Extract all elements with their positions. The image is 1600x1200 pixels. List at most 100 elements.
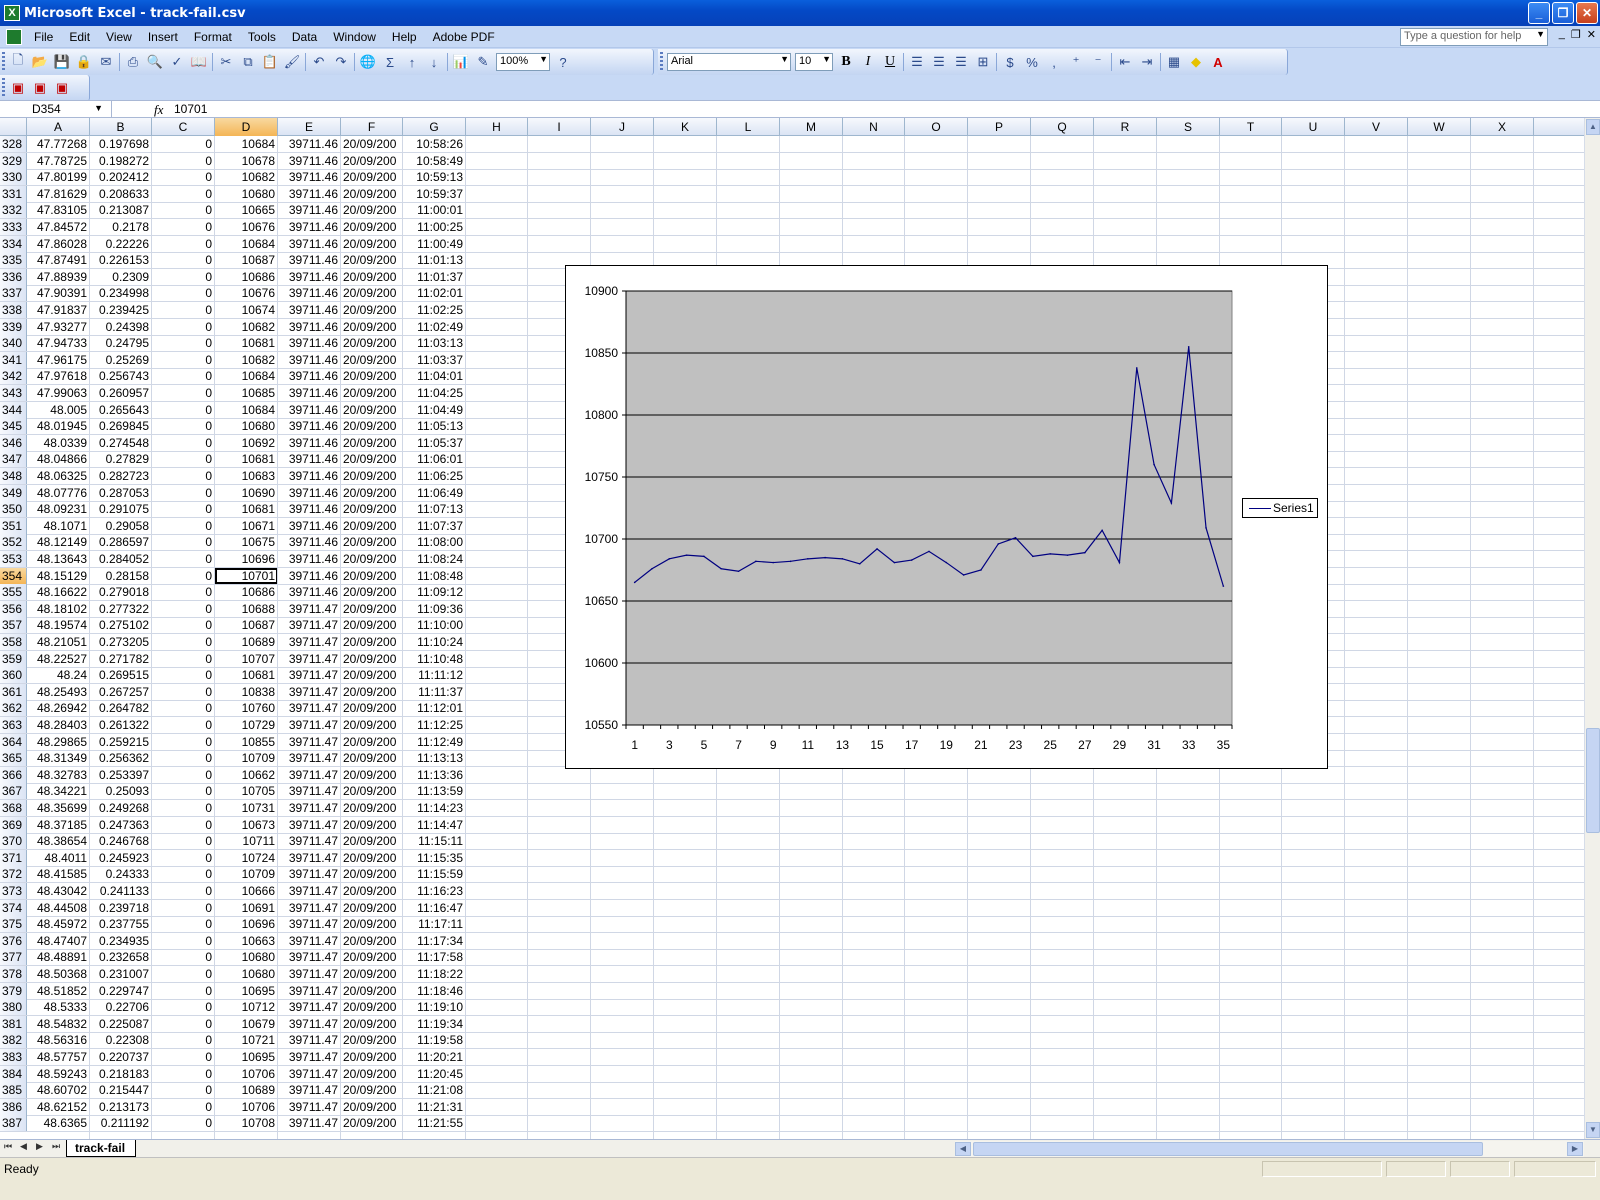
cell-a[interactable]: 48.60702 (27, 1082, 90, 1099)
cell-a[interactable]: 48.47407 (27, 932, 90, 949)
row-header[interactable]: 350 (0, 501, 27, 518)
cell-c[interactable]: 0 (152, 385, 215, 401)
cell-c[interactable]: 0 (152, 717, 215, 733)
cell-f[interactable]: 20/09/200 (341, 434, 403, 451)
row-header[interactable]: 345 (0, 418, 27, 435)
cell-g[interactable]: 11:01:13 (403, 252, 466, 269)
cell-a[interactable]: 48.0339 (27, 434, 90, 451)
cell-d[interactable]: 10684 (215, 401, 278, 418)
cell-d[interactable]: 10673 (215, 816, 278, 833)
cell-e[interactable]: 39711.47 (278, 617, 341, 634)
cell-a[interactable]: 47.99063 (27, 385, 90, 401)
toolbar-grip[interactable] (660, 52, 663, 72)
cell-b[interactable]: 0.282723 (90, 468, 152, 484)
row-header[interactable]: 334 (0, 235, 27, 252)
cell-f[interactable]: 20/09/200 (341, 136, 403, 152)
row-header[interactable]: 332 (0, 202, 27, 219)
cell-g[interactable]: 11:21:08 (403, 1082, 466, 1099)
cell-e[interactable]: 39711.47 (278, 833, 341, 850)
cell-b[interactable]: 0.27829 (90, 451, 152, 468)
cell-g[interactable]: 11:18:22 (403, 966, 466, 982)
menu-edit[interactable]: Edit (61, 30, 98, 44)
menu-view[interactable]: View (98, 30, 140, 44)
cell-g[interactable]: 10:58:26 (403, 136, 466, 152)
cell-f[interactable]: 20/09/200 (341, 899, 403, 916)
row-header[interactable]: 379 (0, 982, 27, 999)
sort-descending-icon[interactable]: ↓ (423, 51, 445, 73)
cell-a[interactable]: 48.07776 (27, 484, 90, 501)
cell-c[interactable]: 0 (152, 302, 215, 318)
cell-e[interactable]: 39711.47 (278, 816, 341, 833)
cell-g[interactable]: 11:16:23 (403, 883, 466, 899)
cell-e[interactable]: 39711.47 (278, 1032, 341, 1049)
cell-g[interactable]: 11:08:24 (403, 551, 466, 567)
cell-e[interactable]: 39711.46 (278, 368, 341, 385)
row-header[interactable]: 376 (0, 932, 27, 949)
cell-a[interactable]: 47.90391 (27, 285, 90, 302)
cell-c[interactable]: 0 (152, 683, 215, 700)
cell-c[interactable]: 0 (152, 285, 215, 302)
cell-f[interactable]: 20/09/200 (341, 600, 403, 617)
cell-f[interactable]: 20/09/200 (341, 152, 403, 169)
menu-tools[interactable]: Tools (240, 30, 284, 44)
cell-b[interactable]: 0.241133 (90, 883, 152, 899)
cell-a[interactable]: 48.37185 (27, 816, 90, 833)
cell-b[interactable]: 0.246768 (90, 833, 152, 850)
name-box[interactable]: D354 ▼ (0, 101, 112, 118)
cell-b[interactable]: 0.226153 (90, 252, 152, 269)
cell-a[interactable]: 48.35699 (27, 800, 90, 816)
borders-icon[interactable]: ▦ (1163, 51, 1185, 73)
currency-icon[interactable]: $ (999, 51, 1021, 73)
cell-g[interactable]: 11:12:49 (403, 733, 466, 750)
cell-d[interactable]: 10707 (215, 650, 278, 667)
cell-d[interactable]: 10706 (215, 1065, 278, 1082)
cell-b[interactable]: 0.286597 (90, 534, 152, 551)
cell-d[interactable]: 10706 (215, 1098, 278, 1115)
row-header[interactable]: 347 (0, 451, 27, 468)
cell-b[interactable]: 0.275102 (90, 617, 152, 634)
cell-b[interactable]: 0.198272 (90, 152, 152, 169)
chevron-down-icon[interactable]: ▼ (1536, 29, 1545, 39)
last-sheet-icon[interactable]: ⏭ (52, 1141, 60, 1152)
cell-f[interactable]: 20/09/200 (341, 185, 403, 202)
row-header[interactable]: 371 (0, 849, 27, 866)
open-icon[interactable]: 📂 (29, 51, 51, 73)
column-header-r[interactable]: R (1094, 118, 1157, 136)
cell-b[interactable]: 0.287053 (90, 484, 152, 501)
cell-c[interactable]: 0 (152, 335, 215, 352)
cell-f[interactable]: 20/09/200 (341, 750, 403, 767)
cell-d[interactable]: 10686 (215, 584, 278, 601)
cell-c[interactable]: 0 (152, 866, 215, 883)
cell-d[interactable]: 10711 (215, 833, 278, 850)
row-header[interactable]: 353 (0, 551, 27, 567)
cell-f[interactable]: 20/09/200 (341, 418, 403, 435)
cell-a[interactable]: 48.5333 (27, 999, 90, 1016)
cell-c[interactable]: 0 (152, 667, 215, 684)
cell-b[interactable]: 0.256362 (90, 750, 152, 767)
cell-c[interactable]: 0 (152, 899, 215, 916)
cell-f[interactable]: 20/09/200 (341, 368, 403, 385)
cell-c[interactable]: 0 (152, 202, 215, 219)
undo-icon[interactable]: ↶ (308, 51, 330, 73)
cell-a[interactable]: 48.56316 (27, 1032, 90, 1049)
cell-c[interactable]: 0 (152, 517, 215, 534)
cell-f[interactable]: 20/09/200 (341, 1032, 403, 1049)
cell-b[interactable]: 0.260957 (90, 385, 152, 401)
sheet-tab-track-fail[interactable]: track-fail (66, 1140, 137, 1157)
column-header-i[interactable]: I (528, 118, 591, 136)
cell-a[interactable]: 47.77268 (27, 136, 90, 152)
row-header[interactable]: 341 (0, 351, 27, 368)
insert-function-icon[interactable]: fx (154, 102, 163, 118)
cell-a[interactable]: 47.83105 (27, 202, 90, 219)
cell-f[interactable]: 20/09/200 (341, 235, 403, 252)
cell-b[interactable]: 0.229747 (90, 982, 152, 999)
cell-c[interactable]: 0 (152, 600, 215, 617)
row-header[interactable]: 356 (0, 600, 27, 617)
cell-f[interactable]: 20/09/200 (341, 169, 403, 186)
chevron-down-icon[interactable]: ▼ (822, 54, 831, 64)
cell-a[interactable]: 48.22527 (27, 650, 90, 667)
cell-b[interactable]: 0.256743 (90, 368, 152, 385)
column-header-u[interactable]: U (1282, 118, 1345, 136)
bold-button[interactable]: B (835, 51, 857, 73)
cell-f[interactable]: 20/09/200 (341, 717, 403, 733)
